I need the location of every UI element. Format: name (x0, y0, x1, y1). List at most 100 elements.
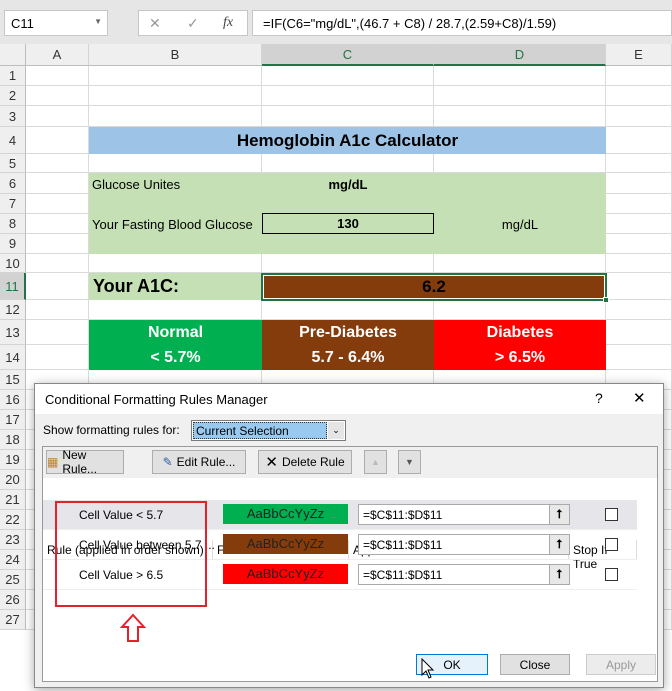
cell[interactable] (434, 66, 606, 86)
cell[interactable] (26, 345, 89, 370)
cell[interactable] (26, 106, 89, 127)
cell[interactable] (26, 127, 89, 154)
collapse-range-icon[interactable]: ⭡ (549, 505, 569, 524)
cell[interactable] (606, 173, 672, 194)
row-header-8[interactable]: 8 (0, 214, 26, 234)
collapse-range-icon[interactable]: ⭡ (549, 535, 569, 554)
cell[interactable] (26, 154, 89, 173)
cell[interactable] (262, 300, 434, 320)
cell[interactable] (26, 300, 89, 320)
cell[interactable] (434, 86, 606, 106)
cell[interactable] (262, 106, 434, 127)
cell[interactable] (434, 154, 606, 173)
cell[interactable] (89, 106, 262, 127)
glucose-units-value[interactable]: mg/dL (262, 174, 434, 194)
select-all-corner[interactable] (0, 44, 26, 66)
row-header-19[interactable]: 19 (0, 450, 26, 470)
cell[interactable] (262, 66, 434, 86)
cancel-icon[interactable]: ✕ (149, 15, 161, 32)
column-header-B[interactable]: B (89, 44, 262, 66)
applies-to-input[interactable]: =$C$11:$D$11 ⭡ (358, 564, 570, 585)
cell[interactable] (26, 194, 89, 214)
row-header-27[interactable]: 27 (0, 610, 26, 630)
applies-to-input[interactable]: =$C$11:$D$11 ⭡ (358, 534, 570, 555)
row-header-25[interactable]: 25 (0, 570, 26, 590)
cell[interactable] (606, 300, 672, 320)
cell[interactable] (26, 273, 89, 300)
column-header-C[interactable]: C (262, 44, 434, 66)
cell[interactable] (262, 254, 434, 273)
edit-rule-button[interactable]: ✎ Edit Rule... (152, 450, 246, 474)
cell[interactable] (262, 86, 434, 106)
row-header-15[interactable]: 15 (0, 370, 26, 390)
row-header-13[interactable]: 13 (0, 320, 26, 345)
row-header-17[interactable]: 17 (0, 410, 26, 430)
cell[interactable] (89, 254, 262, 273)
insert-function-icon[interactable]: fx (223, 15, 233, 31)
cell[interactable] (89, 66, 262, 86)
stop-if-true-checkbox[interactable] (605, 538, 618, 551)
cell[interactable] (89, 154, 262, 173)
row-header-18[interactable]: 18 (0, 430, 26, 450)
column-header-A[interactable]: A (26, 44, 89, 66)
name-box[interactable]: C11 ▼ (4, 10, 108, 36)
cell[interactable] (606, 194, 672, 214)
stop-if-true-checkbox[interactable] (605, 508, 618, 521)
row-header-20[interactable]: 20 (0, 470, 26, 490)
cell[interactable] (606, 154, 672, 173)
cell[interactable] (26, 66, 89, 86)
apply-button[interactable]: Apply (586, 654, 656, 675)
cell[interactable] (262, 154, 434, 173)
row-header-5[interactable]: 5 (0, 154, 26, 173)
cell[interactable] (606, 320, 672, 345)
row-header-3[interactable]: 3 (0, 106, 26, 127)
row-header-23[interactable]: 23 (0, 530, 26, 550)
cell[interactable] (606, 86, 672, 106)
cell[interactable] (26, 173, 89, 194)
cell[interactable] (606, 273, 672, 300)
cell[interactable] (606, 234, 672, 254)
a1c-result-cell[interactable]: 6.2 (261, 273, 607, 301)
cell[interactable] (434, 300, 606, 320)
row-header-9[interactable]: 9 (0, 234, 26, 254)
cell[interactable] (26, 214, 89, 234)
cell[interactable] (606, 254, 672, 273)
cell[interactable] (26, 86, 89, 106)
cell[interactable] (606, 345, 672, 370)
cell[interactable] (606, 214, 672, 234)
cell[interactable] (606, 106, 672, 127)
applies-to-input[interactable]: =$C$11:$D$11 ⭡ (358, 504, 570, 525)
cell[interactable] (89, 86, 262, 106)
move-up-button[interactable]: ▲ (364, 450, 387, 474)
row-header-12[interactable]: 12 (0, 300, 26, 320)
row-header-6[interactable]: 6 (0, 173, 26, 194)
column-header-E[interactable]: E (606, 44, 672, 66)
column-header-D[interactable]: D (434, 44, 606, 66)
cell[interactable] (606, 66, 672, 86)
row-header-11[interactable]: 11 (0, 273, 26, 300)
close-button[interactable]: Close (500, 654, 570, 675)
chevron-down-icon[interactable]: ▼ (94, 17, 102, 26)
cell[interactable] (26, 254, 89, 273)
cell[interactable] (606, 127, 672, 154)
formula-input[interactable]: =IF(C6="mg/dL",(46.7 + C8) / 28.7,(2.59+… (252, 10, 672, 36)
row-header-10[interactable]: 10 (0, 254, 26, 273)
enter-icon[interactable]: ✓ (187, 15, 199, 32)
row-header-22[interactable]: 22 (0, 510, 26, 530)
cell[interactable] (26, 320, 89, 345)
chevron-down-icon[interactable]: ⌄ (328, 422, 344, 439)
fill-handle[interactable] (603, 297, 609, 303)
row-header-2[interactable]: 2 (0, 86, 26, 106)
cell[interactable] (434, 106, 606, 127)
collapse-range-icon[interactable]: ⭡ (549, 565, 569, 584)
show-rules-select[interactable]: Current Selection ⌄ (191, 420, 346, 441)
row-header-1[interactable]: 1 (0, 66, 26, 86)
row-header-16[interactable]: 16 (0, 390, 26, 410)
cell[interactable] (434, 254, 606, 273)
move-down-button[interactable]: ▼ (398, 450, 421, 474)
row-header-14[interactable]: 14 (0, 345, 26, 370)
row-header-4[interactable]: 4 (0, 127, 26, 154)
stop-if-true-checkbox[interactable] (605, 568, 618, 581)
row-header-24[interactable]: 24 (0, 550, 26, 570)
cell[interactable] (89, 300, 262, 320)
